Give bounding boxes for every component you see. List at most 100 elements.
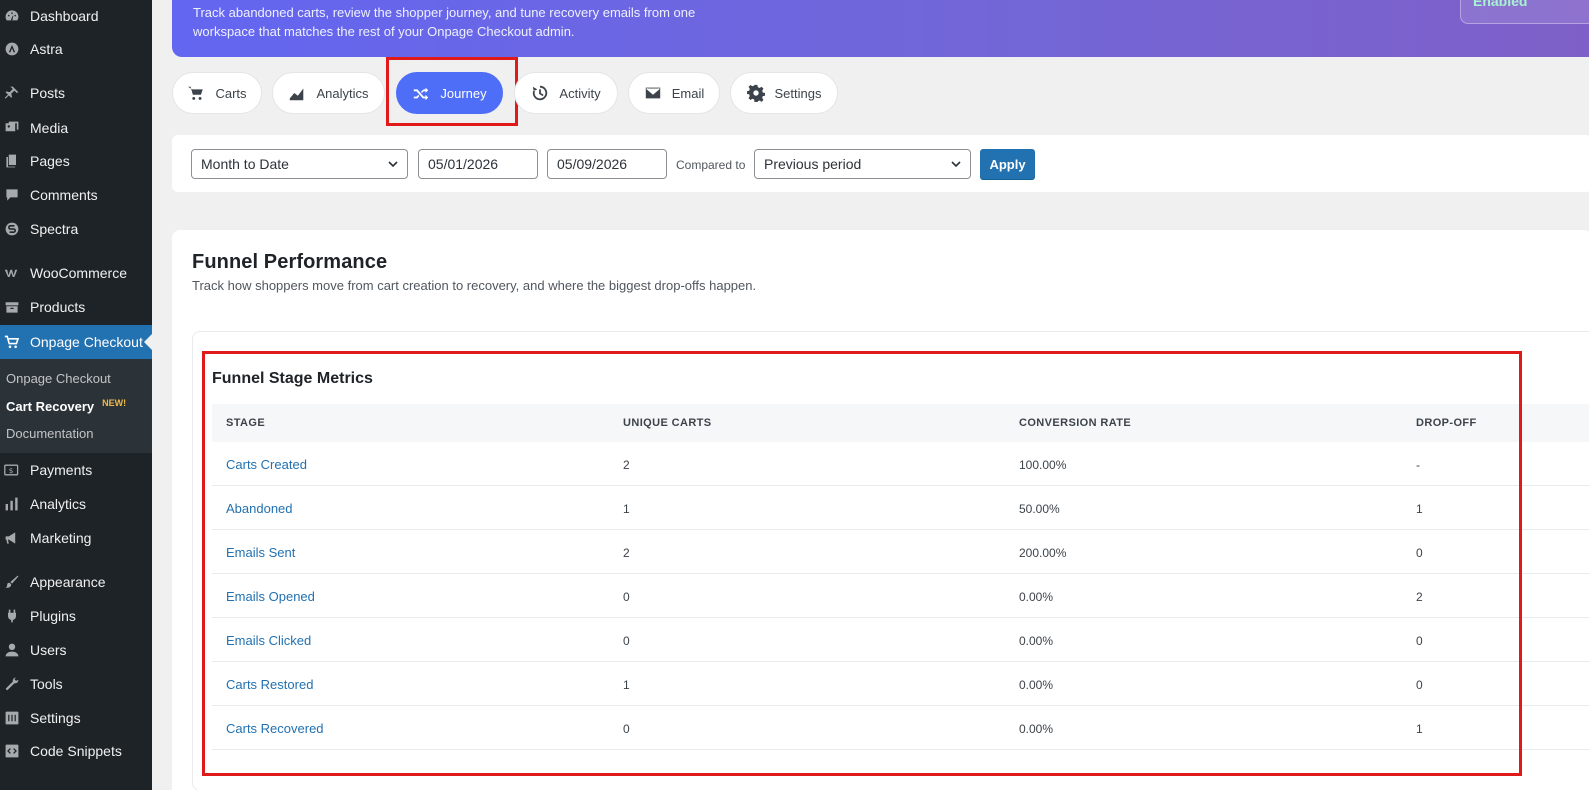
submenu-item-cart-recovery[interactable]: Cart Recovery NEW! — [6, 398, 126, 414]
sidebar-item-plugins[interactable]: Plugins — [0, 599, 152, 633]
drop-off-cell: 0 — [1416, 678, 1423, 692]
tab-analytics[interactable]: Analytics — [272, 72, 385, 114]
archive-icon — [4, 299, 20, 315]
drop-off-cell: - — [1416, 458, 1420, 472]
sidebar-item-comments[interactable]: Comments — [0, 178, 152, 212]
sidebar-item-label: Appearance — [30, 574, 106, 590]
date-range-select[interactable]: Month to Date — [191, 149, 408, 179]
table-row: Carts Recovered 0 0.00% 1 — [212, 706, 1589, 750]
table-row: Emails Sent 2 200.00% 0 — [212, 530, 1589, 574]
stage-link[interactable]: Carts Restored — [226, 677, 313, 692]
sidebar-item-label: Plugins — [30, 608, 76, 624]
tab-label: Carts — [215, 85, 247, 101]
stage-link[interactable]: Abandoned — [226, 501, 293, 516]
astra-icon — [4, 41, 20, 57]
sidebar-item-payments[interactable]: $ Payments — [0, 453, 152, 487]
sidebar-item-posts[interactable]: Posts — [0, 76, 152, 110]
settings-icon — [4, 710, 20, 726]
submenu-item-onpage-checkout[interactable]: Onpage Checkout — [6, 371, 111, 386]
date-range-value: Month to Date — [201, 156, 289, 172]
table-row: Emails Clicked 0 0.00% 0 — [212, 618, 1589, 662]
pin-icon — [4, 85, 20, 101]
sidebar-item-label: WooCommerce — [30, 265, 127, 281]
apply-button[interactable]: Apply — [980, 149, 1035, 179]
column-header-drop-off: DROP-OFF — [1416, 417, 1477, 429]
sidebar-item-marketing[interactable]: Marketing — [0, 521, 152, 555]
page-title: Funnel Performance — [192, 251, 388, 273]
sidebar-item-spectra[interactable]: Spectra — [0, 212, 152, 246]
stage-link[interactable]: Emails Clicked — [226, 633, 311, 648]
column-header-unique-carts: UNIQUE CARTS — [623, 417, 712, 429]
sidebar-item-media[interactable]: Media — [0, 111, 152, 145]
sidebar-item-dashboard[interactable]: Dashboard — [0, 0, 152, 33]
sidebar-item-label: Astra — [30, 41, 63, 57]
sidebar-item-code-snippets[interactable]: Code Snippets — [0, 734, 152, 768]
sidebar-item-label: Settings — [30, 710, 81, 726]
table-row: Emails Opened 0 0.00% 2 — [212, 574, 1589, 618]
compare-value: Previous period — [764, 156, 862, 172]
sidebar-item-products[interactable]: Products — [0, 290, 152, 324]
stage-link[interactable]: Carts Recovered — [226, 721, 324, 736]
table-header: STAGE UNIQUE CARTS CONVERSION RATE DROP-… — [212, 404, 1589, 442]
sidebar-item-tools[interactable]: Tools — [0, 667, 152, 701]
sidebar-item-label: Onpage Checkout — [30, 334, 143, 350]
tab-label: Journey — [440, 85, 487, 101]
compare-select[interactable]: Previous period — [754, 149, 971, 179]
filter-bar: Month to Date 05/01/2026 05/09/2026 Comp… — [172, 135, 1589, 192]
status-text: Enabled — [1473, 0, 1528, 9]
tab-carts[interactable]: Carts — [172, 72, 262, 114]
unique-carts-cell: 0 — [623, 722, 630, 736]
start-date-input[interactable]: 05/01/2026 — [418, 149, 538, 179]
sidebar-item-astra[interactable]: Astra — [0, 32, 152, 66]
unique-carts-cell: 1 — [623, 502, 630, 516]
submenu-item-documentation[interactable]: Documentation — [6, 426, 93, 441]
sidebar-item-label: Tools — [30, 676, 63, 692]
wrench-icon — [4, 676, 20, 692]
chevron-down-icon — [951, 161, 961, 168]
megaphone-icon — [4, 530, 20, 546]
unique-carts-cell: 2 — [623, 546, 630, 560]
tab-journey[interactable]: Journey — [396, 72, 503, 114]
payments-icon: $ — [4, 462, 20, 478]
admin-sidebar: Dashboard Astra Posts Media Pages Commen… — [0, 0, 152, 790]
stage-link[interactable]: Carts Created — [226, 457, 307, 472]
sidebar-item-label: Analytics — [30, 496, 87, 512]
tab-label: Settings — [774, 85, 822, 101]
conversion-rate-cell: 0.00% — [1019, 722, 1054, 736]
sidebar-item-label: Payments — [30, 462, 93, 478]
status-badge: Enabled — [1460, 0, 1589, 24]
tab-activity[interactable]: Activity — [514, 72, 618, 114]
sidebar-item-label: Users — [30, 642, 67, 658]
sidebar-item-pages[interactable]: Pages — [0, 144, 152, 178]
submenu-item-label: Cart Recovery — [6, 399, 95, 414]
spectra-icon — [4, 221, 20, 237]
column-header-conversion-rate: CONVERSION RATE — [1019, 417, 1132, 429]
drop-off-cell: 0 — [1416, 546, 1423, 560]
tab-label: Email — [671, 85, 705, 101]
sidebar-item-analytics[interactable]: Analytics — [0, 487, 152, 521]
conversion-rate-cell: 0.00% — [1019, 634, 1054, 648]
sidebar-item-onpage-checkout[interactable]: Onpage Checkout — [0, 325, 152, 359]
tab-settings[interactable]: Settings — [730, 72, 838, 114]
conversion-rate-cell: 0.00% — [1019, 678, 1054, 692]
sidebar-submenu: Onpage Checkout Cart Recovery NEW! Docume… — [0, 359, 152, 453]
drop-off-cell: 0 — [1416, 634, 1423, 648]
sidebar-item-label: Spectra — [30, 221, 79, 237]
tab-email[interactable]: Email — [628, 72, 720, 114]
sidebar-item-users[interactable]: Users — [0, 633, 152, 667]
conversion-rate-cell: 50.00% — [1019, 502, 1060, 516]
unique-carts-cell: 0 — [623, 590, 630, 604]
dashboard-icon — [4, 8, 20, 24]
end-date-input[interactable]: 05/09/2026 — [547, 149, 667, 179]
sidebar-item-settings[interactable]: Settings — [0, 701, 152, 735]
envelope-icon — [645, 87, 660, 99]
unique-carts-cell: 2 — [623, 458, 630, 472]
stage-link[interactable]: Emails Sent — [226, 545, 295, 560]
plug-icon — [4, 608, 20, 624]
sidebar-item-label: Dashboard — [30, 8, 99, 24]
stage-link[interactable]: Emails Opened — [226, 589, 315, 604]
pages-icon — [4, 153, 20, 169]
sidebar-item-woocommerce[interactable]: WooCommerce — [0, 256, 152, 290]
sidebar-item-appearance[interactable]: Appearance — [0, 565, 152, 599]
table-row: Carts Created 2 100.00% - — [212, 442, 1589, 486]
